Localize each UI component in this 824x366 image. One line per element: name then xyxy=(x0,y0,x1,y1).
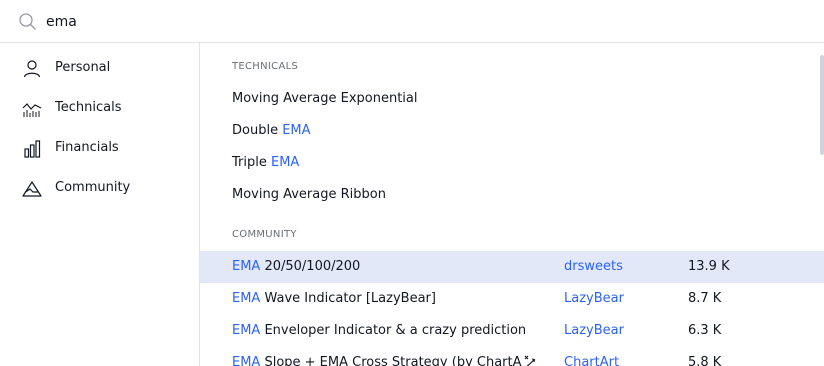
sidebar-item-personal[interactable]: Personal xyxy=(0,49,199,89)
result-row[interactable]: Moving Average Exponential xyxy=(200,83,824,115)
likes-count: 13.9 K xyxy=(688,259,730,274)
result-name: EMA Slope + EMA Cross Strategy (by Chart… xyxy=(232,355,522,366)
author-link[interactable]: ChartArt xyxy=(564,355,619,366)
result-name: Triple EMA xyxy=(232,155,300,170)
bar-chart-icon xyxy=(24,140,41,158)
likes-count: 8.7 K xyxy=(688,291,722,306)
community-icon xyxy=(22,181,42,197)
sidebar-item-label: Community xyxy=(55,180,131,195)
likes-count: 5.8 K xyxy=(688,355,722,366)
results-panel: TECHNICALS Moving Average Exponential Do… xyxy=(200,43,824,366)
section-header-community: COMMUNITY xyxy=(232,229,297,240)
section-header-technicals: TECHNICALS xyxy=(232,61,299,72)
sidebar-item-technicals[interactable]: Technicals xyxy=(0,89,199,129)
result-row[interactable]: EMA Wave Indicator [LazyBear] LazyBear 8… xyxy=(200,283,824,315)
result-name: EMA Wave Indicator [LazyBear] xyxy=(232,291,436,306)
result-name: Moving Average Ribbon xyxy=(232,187,386,202)
strategy-icon xyxy=(524,355,536,366)
result-row[interactable]: EMA Slope + EMA Cross Strategy (by Chart… xyxy=(200,347,824,366)
result-row[interactable]: Moving Average Ribbon xyxy=(200,179,824,211)
result-name: EMA Enveloper Indicator & a crazy predic… xyxy=(232,323,527,338)
result-row[interactable]: EMA Enveloper Indicator & a crazy predic… xyxy=(200,315,824,347)
result-name: Moving Average Exponential xyxy=(232,91,418,106)
author-link[interactable]: LazyBear xyxy=(564,323,624,338)
sidebar-item-label: Technicals xyxy=(55,100,122,115)
sidebar-item-community[interactable]: Community xyxy=(0,169,199,209)
author-link[interactable]: LazyBear xyxy=(564,291,624,306)
author-link[interactable]: drsweets xyxy=(564,259,623,274)
result-name: Double EMA xyxy=(232,123,311,138)
search-icon xyxy=(19,13,36,30)
likes-count: 6.3 K xyxy=(688,323,722,338)
result-row[interactable]: Triple EMA xyxy=(200,147,824,179)
technicals-chart-icon xyxy=(22,103,42,117)
sidebar-item-label: Personal xyxy=(55,60,111,75)
result-row[interactable]: Double EMA xyxy=(200,115,824,147)
sidebar: Personal Technicals Financials Community xyxy=(0,43,200,366)
sidebar-item-financials[interactable]: Financials xyxy=(0,129,199,169)
person-icon xyxy=(23,60,41,78)
search-input[interactable] xyxy=(46,10,786,34)
result-name: EMA 20/50/100/200 xyxy=(232,259,361,274)
search-bar xyxy=(0,0,824,43)
result-row[interactable]: EMA 20/50/100/200 drsweets 13.9 K xyxy=(200,251,824,283)
sidebar-item-label: Financials xyxy=(55,140,119,155)
